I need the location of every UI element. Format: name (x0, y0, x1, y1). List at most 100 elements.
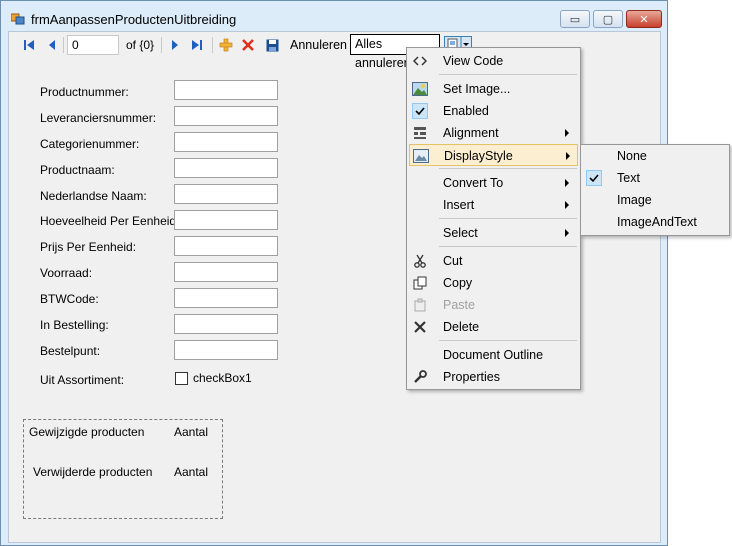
checkmark-icon (586, 170, 602, 186)
save-button[interactable] (264, 36, 280, 54)
menu-item-document-outline[interactable]: Document Outline (409, 344, 578, 366)
checkbox-label: checkBox1 (193, 371, 252, 385)
close-icon: ✕ (639, 13, 649, 26)
minimize-icon: ▭ (569, 13, 581, 26)
maximize-icon: ▢ (602, 13, 614, 26)
move-first-button[interactable] (21, 36, 37, 54)
menu-item-alignment[interactable]: Alignment (409, 122, 578, 144)
app-icon (11, 13, 25, 25)
delete-icon (412, 319, 428, 335)
move-last-button[interactable] (189, 36, 205, 54)
voorraad-label: Voorraad: (40, 266, 93, 280)
toolstrip-separator (212, 37, 213, 53)
menu-item-view-code[interactable]: View Code (409, 50, 578, 72)
btwcode-label: BTWCode: (40, 292, 99, 306)
menu-item-delete[interactable]: Delete (409, 316, 578, 338)
menu-item-insert[interactable]: Insert (409, 194, 578, 216)
menu-item-select[interactable]: Select (409, 222, 578, 244)
productnaam-textbox[interactable] (174, 158, 278, 178)
submenu-arrow-icon (565, 201, 569, 209)
menu-item-cut[interactable]: Cut (409, 250, 578, 272)
verwijderde-label: Verwijderde producten (33, 465, 153, 479)
view-code-icon (412, 53, 428, 69)
context-menu: View Code Set Image... Enabled Alignment… (406, 47, 581, 390)
submenu-item-none[interactable]: None (583, 145, 727, 167)
cut-icon (412, 253, 428, 269)
wrench-icon (412, 369, 428, 385)
submenu-item-imageandtext[interactable]: ImageAndText (583, 211, 727, 233)
in-bestelling-textbox[interactable] (174, 314, 278, 334)
leveranciersnummer-textbox[interactable] (174, 106, 278, 126)
submenu-arrow-icon (565, 129, 569, 137)
nederlandse-naam-textbox[interactable] (174, 184, 278, 204)
summary-groupbox: Gewijzigde producten Aantal Verwijderde … (23, 419, 223, 519)
menu-separator (439, 74, 577, 75)
in-bestelling-label: In Bestelling: (40, 318, 109, 332)
submenu-item-image[interactable]: Image (583, 189, 727, 211)
leveranciersnummer-label: Leveranciersnummer: (40, 111, 157, 125)
delete-button[interactable] (240, 36, 256, 54)
bestelpunt-textbox[interactable] (174, 340, 278, 360)
gewijzigde-label: Gewijzigde producten (29, 425, 145, 439)
checkmark-icon (412, 103, 428, 119)
uit-assortiment-label: Uit Assortiment: (40, 373, 125, 387)
submenu-arrow-icon (565, 179, 569, 187)
submenu-item-text[interactable]: Text (583, 167, 727, 189)
alignment-icon (412, 125, 428, 141)
toolstrip-separator (161, 37, 162, 53)
menu-item-set-image[interactable]: Set Image... (409, 78, 578, 100)
categorienummer-label: Categorienummer: (40, 137, 140, 151)
menu-item-enabled[interactable]: Enabled (409, 100, 578, 122)
add-new-button[interactable] (218, 36, 234, 54)
copy-icon (412, 275, 428, 291)
menu-separator (439, 218, 577, 219)
nederlandse-naam-label: Nederlandse Naam: (40, 189, 147, 203)
productnaam-label: Productnaam: (40, 163, 115, 177)
title-bar[interactable]: frmAanpassenProductenUitbreiding ▭ ▢ ✕ (1, 1, 667, 31)
minimize-button[interactable]: ▭ (560, 10, 590, 28)
close-button[interactable]: ✕ (626, 10, 662, 28)
menu-item-displaystyle[interactable]: DisplayStyle (409, 144, 578, 166)
voorraad-textbox[interactable] (174, 262, 278, 282)
move-last-icon (192, 40, 202, 50)
move-first-icon (24, 40, 34, 50)
menu-separator (439, 340, 577, 341)
menu-item-paste[interactable]: Paste (409, 294, 578, 316)
gewijzigde-value: Aantal (174, 425, 209, 439)
count-label: of {0} (126, 38, 155, 52)
move-previous-icon (49, 40, 55, 50)
cancel-button[interactable]: Annuleren (290, 38, 347, 52)
submenu-arrow-icon (566, 152, 570, 160)
btwcode-textbox[interactable] (174, 288, 278, 308)
displaystyle-submenu: None Text Image ImageAndText (580, 144, 730, 236)
menu-separator (439, 168, 577, 169)
bestelpunt-label: Bestelpunt: (40, 344, 101, 358)
menu-separator (439, 246, 577, 247)
productnummer-textbox[interactable] (174, 80, 278, 100)
productnummer-label: Productnummer: (40, 85, 129, 99)
display-style-icon (413, 148, 429, 164)
window-title: frmAanpassenProductenUitbreiding (31, 12, 237, 27)
paste-icon (412, 297, 428, 313)
verwijderde-value: Aantal (174, 465, 209, 479)
submenu-arrow-icon (565, 229, 569, 237)
save-icon (266, 39, 278, 51)
menu-item-convert-to[interactable]: Convert To (409, 172, 578, 194)
delete-icon (242, 39, 254, 51)
move-previous-button[interactable] (44, 36, 60, 54)
hoeveelheid-textbox[interactable] (174, 210, 278, 230)
position-input[interactable]: 0 (67, 35, 119, 55)
menu-item-properties[interactable]: Properties (409, 366, 578, 388)
move-next-button[interactable] (167, 36, 183, 54)
uit-assortiment-checkbox[interactable] (175, 372, 188, 385)
move-next-icon (172, 40, 178, 50)
prijs-textbox[interactable] (174, 236, 278, 256)
toolstrip-separator (63, 37, 64, 53)
image-icon (412, 81, 428, 97)
menu-item-copy[interactable]: Copy (409, 272, 578, 294)
prijs-label: Prijs Per Eenheid: (40, 240, 137, 254)
hoeveelheid-label: Hoeveelheid Per Eenheid: (40, 214, 180, 228)
categorienummer-textbox[interactable] (174, 132, 278, 152)
add-new-icon (219, 38, 233, 52)
maximize-button[interactable]: ▢ (593, 10, 623, 28)
